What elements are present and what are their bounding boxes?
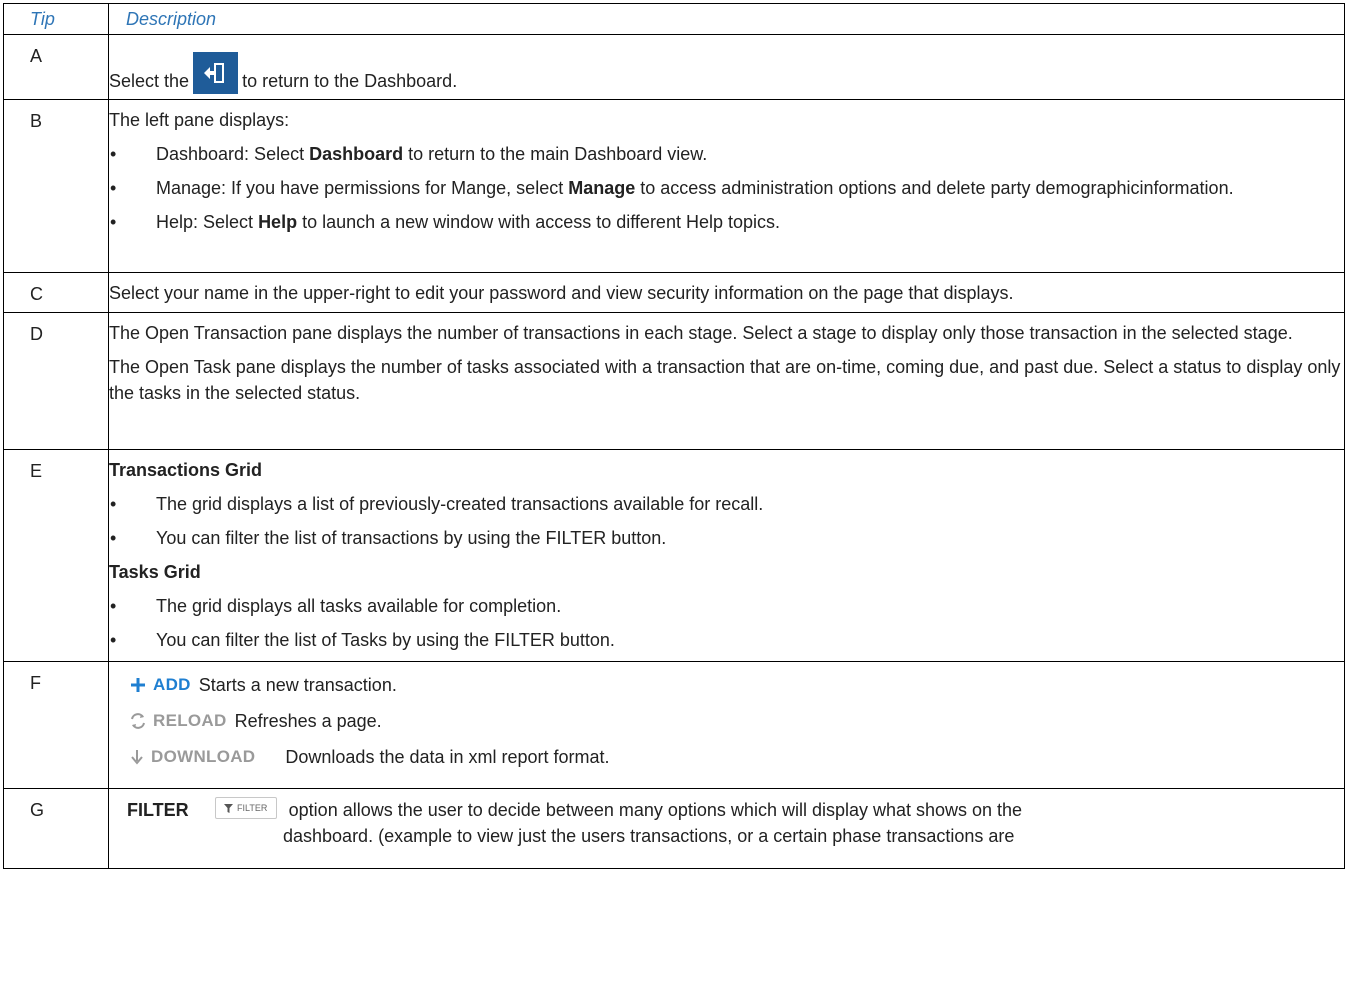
tips-table: Tip Description A Select the to return t… <box>3 3 1345 869</box>
table-row: E Transactions Grid • The grid displays … <box>3 449 1345 662</box>
filter-label: FILTER <box>127 800 189 820</box>
add-description: Starts a new transaction. <box>198 675 397 695</box>
tip-cell: C <box>3 272 109 313</box>
table-row: A Select the to return to the Dashboard. <box>3 34 1345 100</box>
download-button[interactable]: DOWNLOAD <box>129 744 255 770</box>
reload-tool-row: RELOAD Refreshes a page. <box>109 708 1344 734</box>
reload-description: Refreshes a page. <box>234 711 382 731</box>
plus-icon <box>131 678 145 692</box>
bullet: • <box>110 178 117 198</box>
tip-cell: F <box>3 661 109 789</box>
bullet: • <box>110 212 117 232</box>
row-d-paragraph-2: The Open Task pane displays the number o… <box>109 357 1341 403</box>
description-cell: The left pane displays: • Dashboard: Sel… <box>108 99 1345 273</box>
download-tool-row: DOWNLOAD Downloads the data in xml repor… <box>109 744 1344 770</box>
description-cell: Select the to return to the Dashboard. <box>108 34 1345 100</box>
bullet: • <box>110 596 117 616</box>
row-c-text: Select your name in the upper-right to e… <box>109 283 1014 303</box>
tip-cell: B <box>3 99 109 273</box>
row-g-line-1: FILTER FILTER option allows the user to … <box>109 797 1344 823</box>
description-cell: Transactions Grid • The grid displays a … <box>108 449 1345 662</box>
list-item: • You can filter the list of transaction… <box>109 525 1344 551</box>
table-row: C Select your name in the upper-right to… <box>3 272 1345 313</box>
list-item: • Dashboard: Select Dashboard to return … <box>109 141 1344 167</box>
download-description: Downloads the data in xml report format. <box>285 747 610 767</box>
description-cell: Select your name in the upper-right to e… <box>108 272 1345 313</box>
column-header-description: Description <box>108 3 1345 35</box>
reload-button[interactable]: RELOAD <box>129 708 227 734</box>
row-a-text-post: to return to the Dashboard. <box>242 71 458 91</box>
filter-button[interactable]: FILTER <box>214 797 277 819</box>
table-row: F ADD Starts a new transaction. RELOAD R… <box>3 661 1345 789</box>
list-item: • You can filter the list of Tasks by us… <box>109 627 1344 653</box>
list-item: • Help: Select Help to launch a new wind… <box>109 209 1344 235</box>
table-row: B The left pane displays: • Dashboard: S… <box>3 99 1345 273</box>
bullet: • <box>110 494 117 514</box>
download-arrow-icon <box>131 750 143 765</box>
table-header-row: Tip Description <box>3 3 1345 35</box>
funnel-icon <box>223 803 233 813</box>
add-tool-row: ADD Starts a new transaction. <box>109 672 1344 698</box>
description-cell: FILTER FILTER option allows the user to … <box>108 788 1345 869</box>
bullet: • <box>110 630 117 650</box>
transactions-grid-heading: Transactions Grid <box>109 460 263 480</box>
table-row: D The Open Transaction pane displays the… <box>3 312 1345 450</box>
tip-cell: A <box>3 34 109 100</box>
tasks-grid-heading: Tasks Grid <box>109 562 201 582</box>
description-cell: ADD Starts a new transaction. RELOAD Ref… <box>108 661 1345 789</box>
list-item: • The grid displays a list of previously… <box>109 491 1344 517</box>
tip-cell: D <box>3 312 109 450</box>
bullet: • <box>110 144 117 164</box>
row-d-paragraph-1: The Open Transaction pane displays the n… <box>109 323 1293 343</box>
reload-icon <box>131 713 145 729</box>
add-button[interactable]: ADD <box>129 672 191 698</box>
row-b-intro: The left pane displays: <box>109 110 290 130</box>
row-g-text-1: option allows the user to decide between… <box>288 800 1023 820</box>
tip-cell: G <box>3 788 109 869</box>
bullet: • <box>110 528 117 548</box>
table-row: G FILTER FILTER option allows the user t… <box>3 788 1345 869</box>
row-g-text-2: dashboard. (example to view just the use… <box>283 826 1015 846</box>
list-item: • The grid displays all tasks available … <box>109 593 1344 619</box>
tip-cell: E <box>3 449 109 662</box>
row-a-text-pre: Select the <box>109 71 190 91</box>
exit-to-dashboard-icon <box>193 52 239 94</box>
list-item: • Manage: If you have permissions for Ma… <box>109 175 1344 201</box>
column-header-tip: Tip <box>3 3 109 35</box>
description-cell: The Open Transaction pane displays the n… <box>108 312 1345 450</box>
